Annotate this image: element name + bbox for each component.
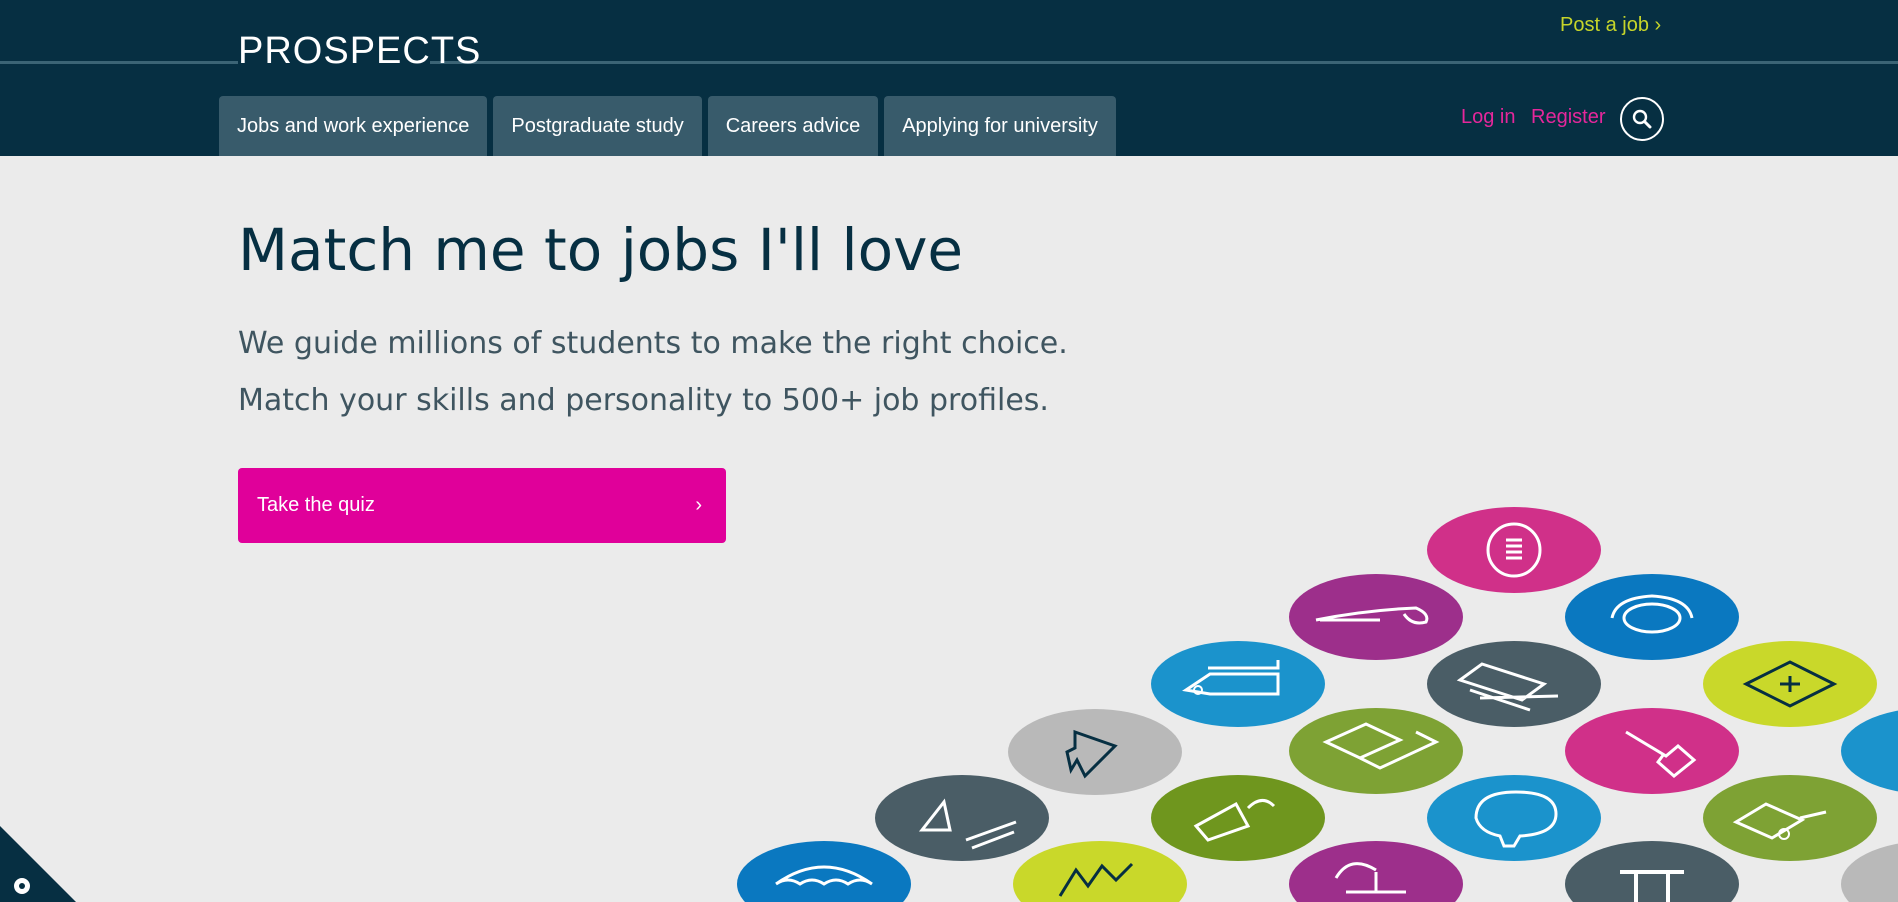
take-the-quiz-button[interactable]: Take the quiz › (238, 468, 726, 543)
nav-tab-jobs[interactable]: Jobs and work experience (219, 96, 488, 156)
nav-tab-careers-advice[interactable]: Careers advice (707, 96, 879, 156)
header-rule (430, 61, 1898, 64)
hero-subtitle-line-2: Match your skills and personality to 500… (238, 383, 1049, 418)
piggy-bank-icon (1427, 775, 1601, 861)
nav-tab-postgraduate[interactable]: Postgraduate study (493, 96, 702, 156)
trees-icon (1013, 841, 1187, 902)
search-icon (1632, 109, 1652, 129)
document-icon (1427, 641, 1601, 727)
search-button[interactable] (1620, 97, 1664, 141)
prospects-logo[interactable]: PROSPECTS (238, 30, 481, 72)
cookie-settings-icon (14, 878, 30, 894)
umbrella-icon (737, 841, 911, 902)
login-link[interactable]: Log in (1461, 106, 1516, 129)
pen-icon (1289, 574, 1463, 660)
tag-icon (1151, 641, 1325, 727)
triangle-icon (875, 775, 1049, 861)
post-a-job-link[interactable]: Post a job › (1560, 14, 1661, 37)
bird-icon (1008, 709, 1182, 795)
hero-subtitle-line-1: We guide millions of students to make th… (238, 326, 1068, 361)
partial-circle (1841, 710, 1898, 792)
quiz-button-label: Take the quiz (257, 494, 375, 516)
register-link[interactable]: Register (1531, 106, 1605, 129)
chevron-right-icon: › (695, 494, 702, 516)
megaphone-icon (1151, 775, 1325, 861)
laptop-icon (1289, 708, 1463, 794)
camera-icon (1565, 574, 1739, 660)
site-header: PROSPECTS Post a job › Jobs and work exp… (0, 0, 1898, 156)
nav-tab-applying-university[interactable]: Applying for university (884, 96, 1116, 156)
partial-circle (1841, 843, 1898, 902)
medical-icon (1703, 641, 1877, 727)
cake-icon (1289, 841, 1463, 902)
hero-title: Match me to jobs I'll love (238, 216, 964, 284)
header-rule (0, 61, 238, 64)
truck-icon (1703, 775, 1877, 861)
tool-icon (1565, 841, 1739, 902)
cookie-settings-button[interactable] (0, 826, 76, 902)
spatula-icon (1565, 708, 1739, 794)
dollar-icon (1427, 507, 1601, 593)
main-nav: Jobs and work experience Postgraduate st… (219, 96, 1116, 156)
